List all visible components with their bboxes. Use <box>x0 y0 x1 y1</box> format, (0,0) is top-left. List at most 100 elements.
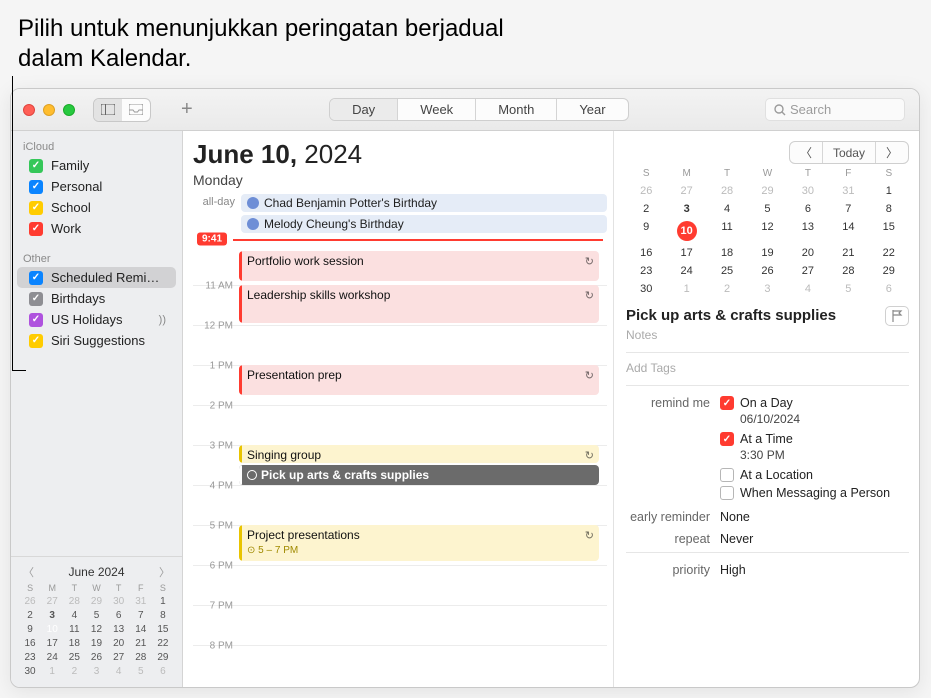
date-cell[interactable]: 1 <box>41 666 63 677</box>
date-cell[interactable]: 12 <box>85 624 107 635</box>
date-cell[interactable]: 28 <box>828 265 868 277</box>
prev-day[interactable]: 〈 <box>790 142 823 163</box>
date-cell[interactable]: 27 <box>666 185 706 197</box>
checkbox-icon[interactable]: ✓ <box>29 201 43 215</box>
event-pickup[interactable]: Pick up arts & crafts supplies <box>239 465 599 485</box>
date-cell[interactable]: 23 <box>19 652 41 663</box>
date-cell[interactable]: 31 <box>828 185 868 197</box>
date-cell[interactable]: 24 <box>41 652 63 663</box>
date-cell[interactable]: 16 <box>19 638 41 649</box>
date-cell[interactable]: 9 <box>19 624 41 635</box>
date-cell[interactable]: 4 <box>707 203 747 215</box>
date-cell[interactable]: 26 <box>747 265 787 277</box>
mini-grid[interactable]: SMTWTFS262728293031123456789101112131415… <box>19 583 174 677</box>
date-cell[interactable]: 21 <box>130 638 152 649</box>
date-cell[interactable]: 10 <box>41 624 63 635</box>
date-cell[interactable]: 11 <box>707 221 747 241</box>
date-cell[interactable]: 2 <box>19 610 41 621</box>
reminder-title[interactable]: Pick up arts & crafts supplies <box>626 305 885 326</box>
priority-value[interactable]: High <box>720 563 909 577</box>
date-cell[interactable]: 14 <box>130 624 152 635</box>
date-cell[interactable]: 30 <box>108 596 130 607</box>
checkbox-on-day[interactable]: ✓ <box>720 396 734 410</box>
checkbox-icon[interactable]: ✓ <box>29 222 43 236</box>
repeat-value[interactable]: Never <box>720 532 909 546</box>
date-cell[interactable]: 8 <box>152 610 174 621</box>
checkbox-at-location[interactable] <box>720 468 734 482</box>
date-cell[interactable]: 17 <box>41 638 63 649</box>
date-cell[interactable]: 1 <box>666 283 706 295</box>
early-reminder-value[interactable]: None <box>720 510 909 524</box>
cal-school[interactable]: ✓School <box>17 197 176 218</box>
date-cell[interactable]: 6 <box>869 283 909 295</box>
at-time-value[interactable]: 3:30 PM <box>740 448 909 462</box>
event-portfolio[interactable]: Portfolio work session↻ <box>239 251 599 281</box>
event-singing[interactable]: Singing group↻ <box>239 445 599 463</box>
add-tags[interactable]: Add Tags <box>626 361 909 375</box>
date-cell[interactable]: 3 <box>747 283 787 295</box>
minimize-window[interactable] <box>43 104 55 116</box>
flag-button[interactable] <box>885 306 909 326</box>
checkbox-icon[interactable]: ✓ <box>29 313 43 327</box>
date-cell[interactable]: 13 <box>108 624 130 635</box>
date-cell[interactable]: 22 <box>152 638 174 649</box>
date-cell[interactable]: 11 <box>63 624 85 635</box>
on-day-value[interactable]: 06/10/2024 <box>740 412 909 426</box>
mini-next-month[interactable]: 〉 <box>159 564 170 580</box>
date-cell[interactable]: 30 <box>19 666 41 677</box>
date-cell[interactable]: 8 <box>869 203 909 215</box>
date-cell[interactable]: 13 <box>788 221 828 241</box>
date-cell[interactable]: 2 <box>63 666 85 677</box>
date-cell[interactable]: 15 <box>869 221 909 241</box>
today-button[interactable]: Today <box>823 142 876 163</box>
cal-scheduled-reminders[interactable]: ✓Scheduled Remin… <box>17 267 176 288</box>
date-cell[interactable]: 4 <box>63 610 85 621</box>
cal-birthdays[interactable]: ✓Birthdays <box>17 288 176 309</box>
date-cell[interactable]: 14 <box>828 221 868 241</box>
mini-prev-month[interactable]: 〈 <box>23 564 34 580</box>
event-project[interactable]: Project presentations⊙ 5 – 7 PM↻ <box>239 525 599 561</box>
date-cell[interactable]: 28 <box>707 185 747 197</box>
cal-personal[interactable]: ✓Personal <box>17 176 176 197</box>
checkbox-when-messaging[interactable] <box>720 486 734 500</box>
checkbox-icon[interactable]: ✓ <box>29 159 43 173</box>
date-cell[interactable]: 2 <box>626 203 666 215</box>
date-cell[interactable]: 26 <box>19 596 41 607</box>
date-cell[interactable]: 27 <box>108 652 130 663</box>
checkbox-icon[interactable]: ✓ <box>29 180 43 194</box>
view-week[interactable]: Week <box>398 99 476 120</box>
date-cell[interactable]: 17 <box>666 247 706 259</box>
date-cell[interactable]: 5 <box>828 283 868 295</box>
date-cell[interactable]: 27 <box>41 596 63 607</box>
month-grid[interactable]: SMTWTFS262728293031123456789101112131415… <box>626 168 909 295</box>
date-cell[interactable]: 12 <box>747 221 787 241</box>
date-cell[interactable]: 28 <box>63 596 85 607</box>
date-cell[interactable]: 30 <box>626 283 666 295</box>
search-field[interactable]: Search <box>765 98 905 121</box>
date-cell[interactable]: 3 <box>85 666 107 677</box>
date-cell[interactable]: 29 <box>869 265 909 277</box>
date-cell[interactable]: 31 <box>130 596 152 607</box>
next-day[interactable]: 〉 <box>876 142 908 163</box>
date-cell[interactable]: 9 <box>626 221 666 241</box>
view-month[interactable]: Month <box>476 99 557 120</box>
date-cell[interactable]: 19 <box>747 247 787 259</box>
date-cell[interactable]: 28 <box>130 652 152 663</box>
view-day[interactable]: Day <box>330 99 398 120</box>
date-cell[interactable]: 6 <box>108 610 130 621</box>
checkbox-icon[interactable]: ✓ <box>29 334 43 348</box>
view-year[interactable]: Year <box>557 99 627 120</box>
date-cell[interactable]: 7 <box>130 610 152 621</box>
timeline[interactable]: 9:41 11 AM 12 PM 1 PM 2 PM 3 PM 4 PM 5 P… <box>193 237 607 657</box>
date-cell[interactable]: 29 <box>747 185 787 197</box>
date-cell[interactable]: 3 <box>41 610 63 621</box>
date-cell[interactable]: 24 <box>666 265 706 277</box>
checkbox-icon[interactable]: ✓ <box>29 292 43 306</box>
date-cell[interactable]: 25 <box>707 265 747 277</box>
date-cell[interactable]: 5 <box>130 666 152 677</box>
event-presentation[interactable]: Presentation prep↻ <box>239 365 599 395</box>
date-cell[interactable]: 1 <box>152 596 174 607</box>
date-cell[interactable]: 19 <box>85 638 107 649</box>
date-cell[interactable]: 5 <box>85 610 107 621</box>
date-cell[interactable]: 29 <box>152 652 174 663</box>
